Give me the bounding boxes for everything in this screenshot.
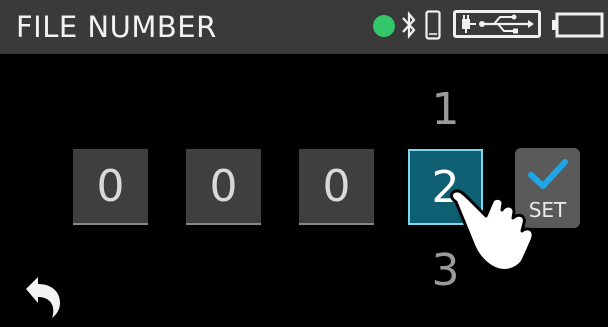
record-dot-icon xyxy=(373,15,395,37)
digit-3[interactable]: 0 xyxy=(299,149,374,225)
bluetooth-icon xyxy=(402,10,416,40)
check-icon xyxy=(528,159,568,189)
scroll-value-above[interactable]: 1 xyxy=(408,84,483,135)
phone-icon xyxy=(425,10,441,40)
pointing-hand-icon xyxy=(448,189,535,272)
status-icons xyxy=(0,0,608,54)
digit-2[interactable]: 0 xyxy=(186,149,261,225)
battery-icon xyxy=(552,12,604,38)
digit-1[interactable]: 0 xyxy=(73,149,148,225)
back-arrow-icon[interactable] xyxy=(20,273,68,321)
usb-icon xyxy=(453,10,541,38)
header-bar: FILE NUMBER xyxy=(0,0,608,54)
